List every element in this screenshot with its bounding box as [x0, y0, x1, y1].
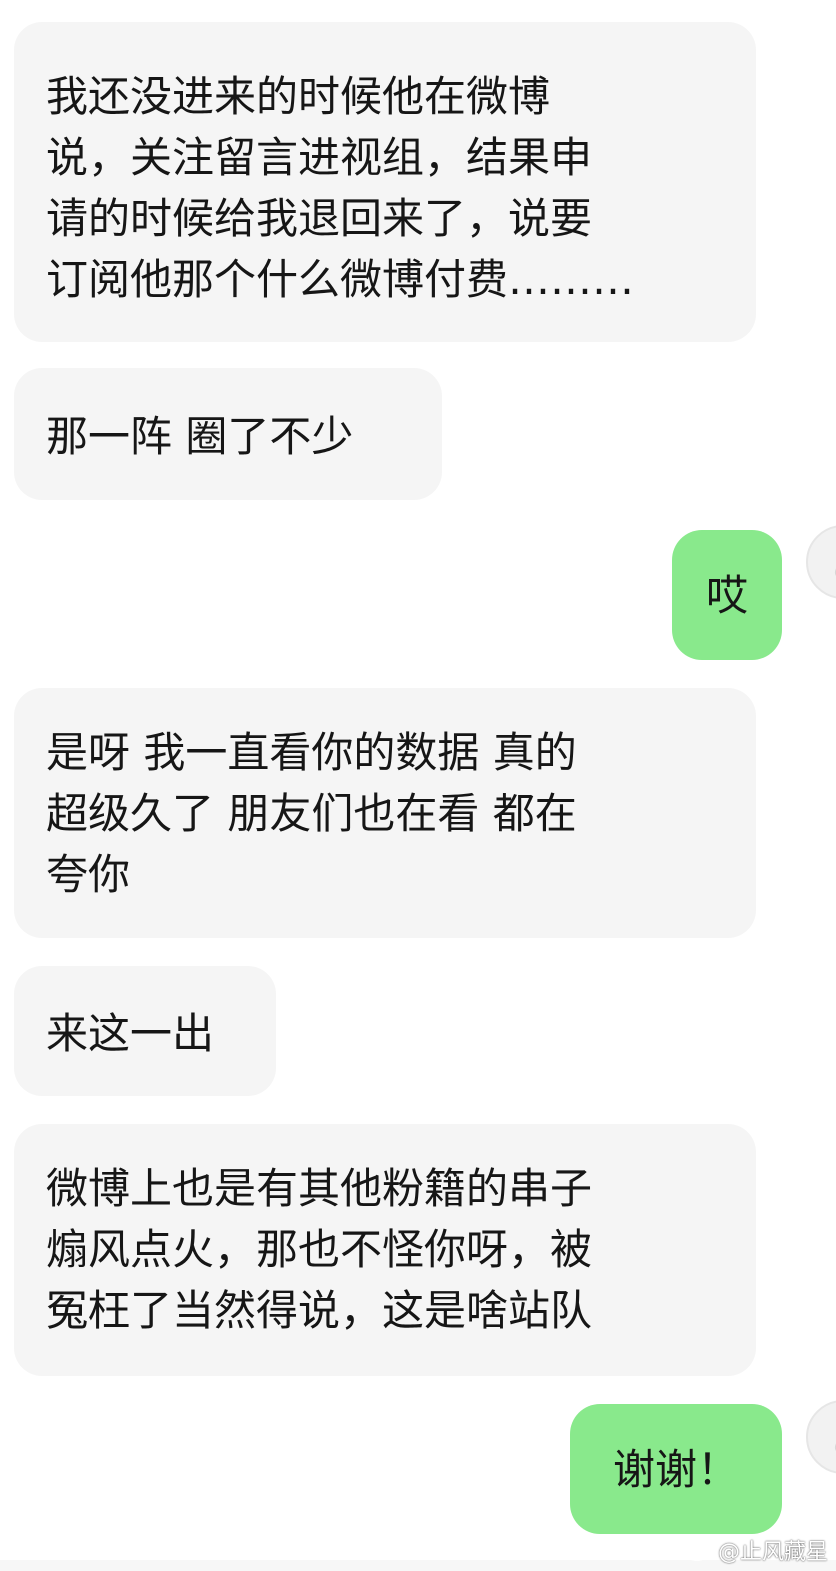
message-bubble-incoming[interactable]: 我还没进来的时候他在微博 说，关注留言进视组，结果申 请的时候给我退回来了，说要…	[14, 22, 756, 342]
watermark-text: @止风藏星	[717, 1540, 828, 1565]
message-bubble-incoming[interactable]: 来这一出	[14, 966, 276, 1096]
message-bubble-incoming[interactable]: 微博上也是有其他粉籍的串子 煽风点火，那也不怪你呀，被 冤枉了当然得说，这是啥站…	[14, 1124, 756, 1376]
message-bubble-incoming[interactable]: 是呀 我一直看你的数据 真的 超级久了 朋友们也在看 都在 夸你	[14, 688, 756, 938]
message-bubble-outgoing[interactable]: 谢谢！	[570, 1404, 782, 1534]
message-bubble-incoming[interactable]: 那一阵 圈了不少	[14, 368, 442, 500]
message-bubble-outgoing[interactable]: 哎	[672, 530, 782, 660]
chat-screen: 我还没进来的时候他在微博 说，关注留言进视组，结果申 请的时候给我退回来了，说要…	[0, 0, 836, 1571]
user-avatar[interactable]	[806, 525, 836, 599]
user-avatar[interactable]	[806, 1400, 836, 1474]
watermark: @止风藏星	[684, 1534, 828, 1566]
weibo-icon	[684, 1538, 714, 1562]
